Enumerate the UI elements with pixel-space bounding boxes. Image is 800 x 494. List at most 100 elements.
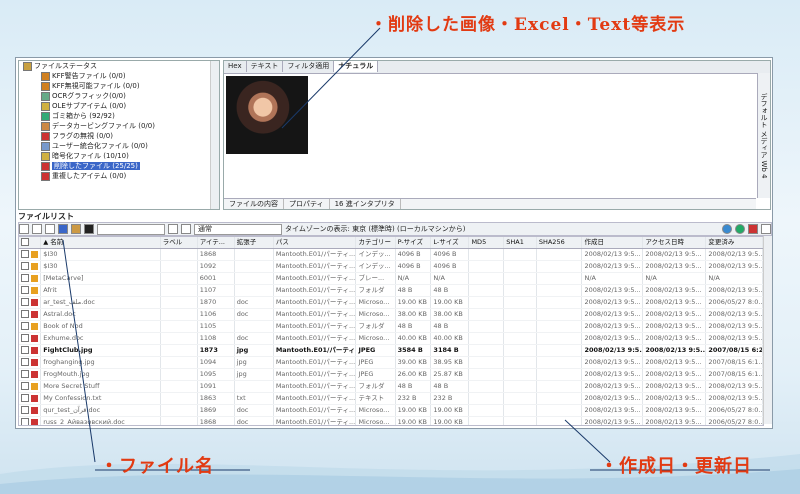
row-checkbox[interactable] xyxy=(19,308,42,321)
tree-item[interactable]: ファイルステータス xyxy=(19,61,219,71)
table-cell: jpg xyxy=(234,344,274,357)
row-checkbox[interactable] xyxy=(19,368,42,381)
viewer-tab[interactable]: ナチュラル xyxy=(334,61,379,72)
table-row[interactable]: russ_2_Айвазовский.doc 1868 doc Mantooth.E0… xyxy=(19,416,763,425)
table-row[interactable]: FrogMouth.jpg 1095 jpg Mantooth.E01/パーティ...… xyxy=(19,368,763,381)
row-checkbox[interactable] xyxy=(19,296,42,309)
column-header[interactable]: SHA1 xyxy=(503,237,537,249)
table-row[interactable]: $I30 1868 Mantooth.E01/パーティ... インデッ... 4096 … xyxy=(19,248,763,261)
viewer-tab[interactable]: テキスト xyxy=(247,61,284,72)
table-row[interactable]: More Secret Stuff 1091 Mantooth.E01/パーティ..… xyxy=(19,380,763,393)
column-header[interactable]: SHA256 xyxy=(536,237,583,249)
check-icon[interactable] xyxy=(45,224,55,234)
copy-icon[interactable] xyxy=(32,224,42,234)
table-row[interactable]: Astral.doc 1106 doc Mantooth.E01/パーティ... Mic… xyxy=(19,308,763,321)
row-checkbox[interactable] xyxy=(19,380,42,393)
table-cell: 48 B xyxy=(430,320,470,333)
tree-scrollbar[interactable] xyxy=(210,61,219,209)
toolbar-select-1[interactable] xyxy=(97,223,165,235)
table-cell: Book of Nod xyxy=(40,320,161,333)
table-cell: 2008/02/13 9:5... xyxy=(642,392,707,405)
tree-item-label: KFF無視可能ファイル (0/0) xyxy=(52,82,140,90)
viewer-tab[interactable]: フィルタ適用 xyxy=(283,61,335,72)
table-cell: Microso... xyxy=(355,308,396,321)
row-checkbox[interactable] xyxy=(19,356,42,369)
tree-item[interactable]: ユーザー統合化ファイル (0/0) xyxy=(19,141,219,151)
tree-item[interactable]: OCRグラフィック(0/0) xyxy=(19,91,219,101)
tree-item[interactable]: KFF無視可能ファイル (0/0) xyxy=(19,81,219,91)
column-header[interactable]: 拡張子 xyxy=(234,237,274,249)
columns-icon[interactable] xyxy=(181,224,191,234)
table-row[interactable]: Book of Nod 1105 Mantooth.E01/パーティ... フォルダ 4… xyxy=(19,320,763,333)
tree-item[interactable]: フラグの無視 (0/0) xyxy=(19,131,219,141)
tree-item[interactable]: 重複したアイテム (0/0) xyxy=(19,171,219,181)
color-icon[interactable] xyxy=(71,224,81,234)
table-cell xyxy=(503,332,537,345)
row-checkbox[interactable] xyxy=(19,320,42,333)
table-row[interactable]: qur_test_قرآن.doc 1869 doc Mantooth.E01/パーテ… xyxy=(19,404,763,417)
table-cell xyxy=(503,380,537,393)
column-header[interactable]: パス xyxy=(273,237,357,249)
black-box-icon[interactable] xyxy=(84,224,94,234)
tree-item[interactable]: OLEサブアイテム (0/0) xyxy=(19,101,219,111)
row-checkbox[interactable] xyxy=(19,344,42,357)
viewer-tab[interactable]: Hex xyxy=(224,61,247,72)
table-row[interactable]: Exhume.doc 1108 doc Mantooth.E01/パーティ... Mic… xyxy=(19,332,763,345)
row-checkbox[interactable] xyxy=(19,260,42,273)
column-header[interactable]: アクセス日時 xyxy=(642,237,707,249)
column-header[interactable] xyxy=(19,237,42,249)
column-header[interactable]: L-サイズ xyxy=(430,237,470,249)
table-cell: Microso... xyxy=(355,296,396,309)
table-cell: テキスト xyxy=(355,392,396,405)
pen-icon[interactable] xyxy=(58,224,68,234)
file-list-scrollbar[interactable] xyxy=(763,236,772,424)
column-header[interactable]: MD5 xyxy=(468,237,505,249)
tree-item[interactable]: 削除したファイル (25/25) xyxy=(19,161,219,171)
bottom-tab[interactable]: ファイルの内容 xyxy=(224,199,284,209)
bottom-tab[interactable]: プロパティ xyxy=(284,199,330,209)
row-checkbox[interactable] xyxy=(19,332,42,345)
settings-icon[interactable] xyxy=(761,224,771,234)
column-header[interactable]: 作成日 xyxy=(581,237,644,249)
file-icon xyxy=(31,406,38,414)
table-cell: 3584 B xyxy=(395,344,432,357)
viewer-side-tabs[interactable]: デフォルト メディア Wb 4 xyxy=(757,73,770,198)
row-checkbox[interactable] xyxy=(19,392,42,405)
column-header[interactable]: アイテ... xyxy=(197,237,235,249)
table-cell: N/A xyxy=(705,272,763,285)
tree-item[interactable]: ゴミ箱から (92/92) xyxy=(19,111,219,121)
table-cell xyxy=(468,404,505,417)
column-header[interactable]: P-サイズ xyxy=(395,237,432,249)
export-icon[interactable] xyxy=(19,224,29,234)
table-row[interactable]: froghanging.jpg 1094 jpg Mantooth.E01/パーティ.… xyxy=(19,356,763,369)
close-icon[interactable] xyxy=(748,224,758,234)
row-checkbox[interactable] xyxy=(19,248,42,261)
folder-icon xyxy=(41,141,50,151)
column-header[interactable]: ラベル xyxy=(160,237,198,249)
table-row[interactable]: [MetaCarve] 6001 Mantooth.E01/パーティ... ブレー..… xyxy=(19,272,763,285)
column-header[interactable]: ▲ 名前 xyxy=(40,237,161,249)
row-checkbox[interactable] xyxy=(19,416,42,425)
column-header[interactable]: カテゴリー xyxy=(355,237,396,249)
table-row[interactable]: Afrit 1107 Mantooth.E01/パーティ... フォルダ 48 B 48 … xyxy=(19,284,763,297)
bottom-tab[interactable]: 16 進インタプリタ xyxy=(330,199,401,209)
row-checkbox[interactable] xyxy=(19,404,42,417)
folder-icon xyxy=(41,71,50,81)
globe-icon-2[interactable] xyxy=(735,224,745,234)
table-row[interactable]: FightClub.jpg 1873 jpg Mantooth.E01/パーティ...… xyxy=(19,344,763,357)
view-select[interactable]: 通常 xyxy=(194,223,282,235)
tree-item[interactable]: KFF警告ファイル (0/0) xyxy=(19,71,219,81)
row-checkbox[interactable] xyxy=(19,284,42,297)
grid-icon[interactable] xyxy=(168,224,178,234)
callout-file-name: ・ファイル名 xyxy=(100,456,214,477)
tree-item[interactable]: 暗号化ファイル (10/10) xyxy=(19,151,219,161)
table-row[interactable]: ar_test_ملف.doc 1870 doc Mantooth.E01/パーティ.… xyxy=(19,296,763,309)
tree-item[interactable]: データカービングファイル (0/0) xyxy=(19,121,219,131)
table-cell: 2008/02/13 9:5... xyxy=(642,284,707,297)
table-cell: More Secret Stuff xyxy=(40,380,161,393)
table-row[interactable]: My Confession.txt 1863 txt Mantooth.E01/パーテ… xyxy=(19,392,763,405)
row-checkbox[interactable] xyxy=(19,272,42,285)
table-row[interactable]: $I30 1092 Mantooth.E01/パーティ... インデッ... 4096 … xyxy=(19,260,763,273)
globe-icon[interactable] xyxy=(722,224,732,234)
column-header[interactable]: 変更済み xyxy=(705,237,763,249)
